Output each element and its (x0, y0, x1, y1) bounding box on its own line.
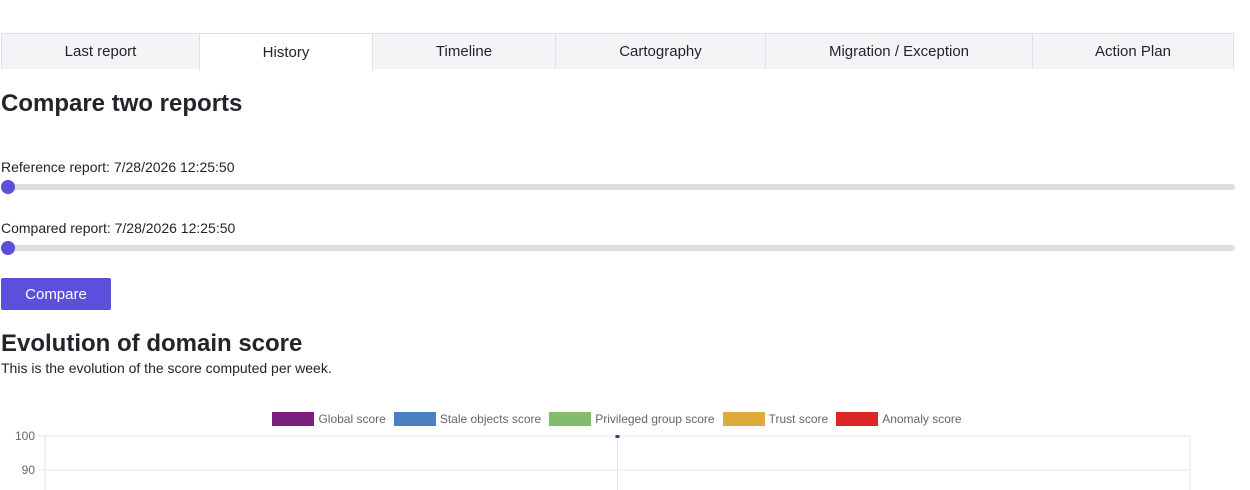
legend-label: Privileged group score (595, 412, 715, 426)
compared-report-slider[interactable] (1, 241, 1235, 255)
legend-item[interactable]: Trust score (722, 412, 829, 426)
tab-timeline[interactable]: Timeline (372, 33, 556, 69)
evolution-title: Evolution of domain score (1, 330, 303, 357)
legend-swatch (272, 412, 315, 426)
y-tick-label: 100 (15, 429, 35, 443)
legend-label: Anomaly score (882, 412, 962, 426)
legend-label: Global score (318, 412, 386, 426)
compared-report-label: Compared report: 7/28/2026 12:25:50 (1, 220, 236, 236)
legend-label: Stale objects score (439, 412, 542, 426)
data-point (615, 435, 620, 438)
legend-item[interactable]: Stale objects score (393, 412, 542, 426)
legend-item[interactable]: Anomaly score (836, 412, 962, 426)
tab-history[interactable]: History (199, 33, 373, 70)
compared-slider-handle[interactable] (1, 241, 15, 255)
legend-swatch (549, 412, 592, 426)
report-tabs: Last report History Timeline Cartography… (1, 33, 1235, 70)
evolution-description: This is the evolution of the score compu… (1, 360, 332, 376)
legend-swatch (836, 412, 879, 426)
tab-last-report[interactable]: Last report (1, 33, 200, 69)
tab-action-plan[interactable]: Action Plan (1032, 33, 1234, 69)
compare-title: Compare two reports (1, 90, 243, 117)
chart-legend: Global score Stale objects score Privilege… (0, 412, 1234, 426)
tab-cartography[interactable]: Cartography (555, 33, 766, 69)
legend-item[interactable]: Global score (272, 412, 386, 426)
legend-label: Trust score (768, 412, 829, 426)
legend-swatch (722, 412, 765, 426)
compare-button[interactable]: Compare (1, 278, 111, 310)
tab-migration-exception[interactable]: Migration / Exception (765, 33, 1033, 69)
reference-slider-handle[interactable] (1, 180, 15, 194)
legend-swatch (393, 412, 436, 426)
reference-report-label: Reference report: 7/28/2026 12:25:50 (1, 159, 235, 175)
legend-item[interactable]: Privileged group score (549, 412, 715, 426)
domain-score-chart: 100 90 (15, 429, 1191, 490)
y-tick-label: 90 (22, 463, 36, 477)
reference-report-slider[interactable] (1, 180, 1235, 194)
